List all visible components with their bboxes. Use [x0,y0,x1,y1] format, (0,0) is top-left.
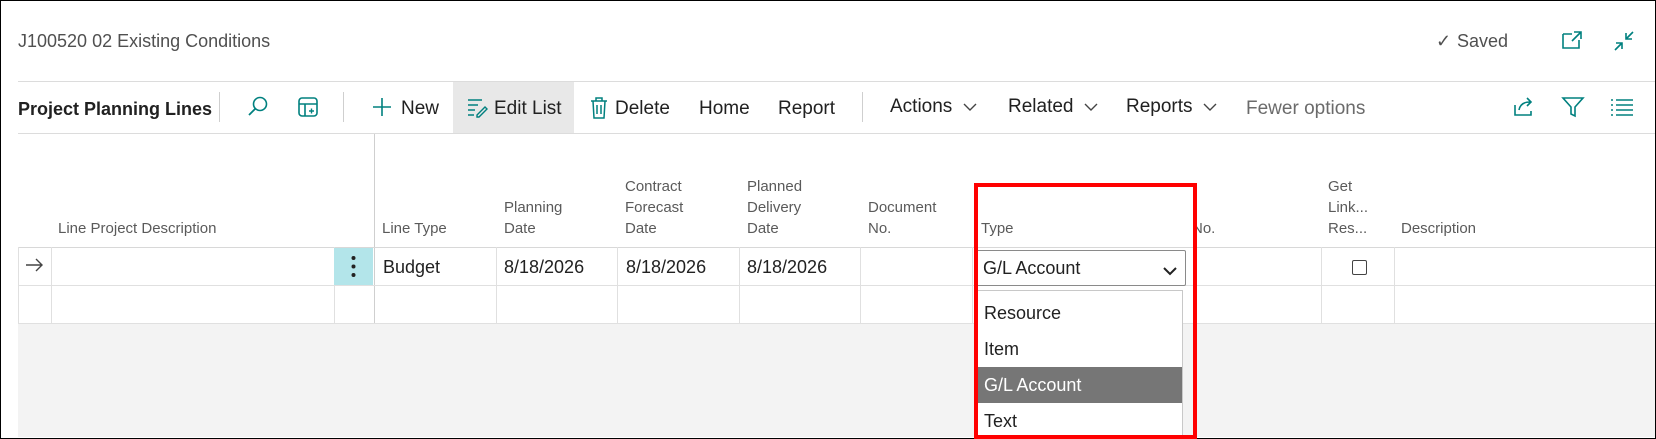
header-text: Date [504,220,536,237]
cell-border [617,247,618,324]
cell-border [972,247,973,324]
toolbar-separator [219,92,220,122]
header-line-project-description[interactable]: Line Project Description [58,218,216,239]
toolbar-divider [18,133,1655,134]
header-get-link-res[interactable]: Get Link... Res... [1328,176,1368,239]
page-title: J100520 02 Existing Conditions [18,31,271,51]
analysis-mode-icon[interactable] [296,95,320,124]
fewer-options-button[interactable]: Fewer options [1246,98,1365,120]
header-text: Planning [504,199,563,216]
cell-border [739,247,740,324]
header-bottom-line [18,247,1655,248]
cell-planning-date[interactable]: 8/18/2026 [504,257,584,278]
header-text: Date [625,220,657,237]
list-view-icon[interactable] [1610,97,1634,122]
header-description[interactable]: Description [1401,218,1476,239]
actions-menu[interactable]: Actions [890,96,977,118]
chevron-down-icon [963,99,977,117]
cell-line-type[interactable]: Budget [383,257,440,278]
toolbar-separator [343,92,344,122]
get-link-res-checkbox[interactable] [1352,260,1367,275]
collapse-icon[interactable] [1612,29,1636,58]
current-row-arrow-icon [24,257,44,278]
edit-list-icon [466,96,488,123]
header-contract-forecast-date[interactable]: Contract Forecast Date [625,176,683,239]
report-menu[interactable]: Report [778,98,835,120]
cell-border [496,247,497,324]
new-button-label: New [401,98,440,119]
saved-check-icon: ✓ [1436,31,1452,51]
header-line-type[interactable]: Line Type [382,218,447,239]
edit-list-button-label: Edit List [494,98,562,119]
cell-border [51,247,52,324]
header-text: Delivery [747,199,802,216]
toolbar-separator [862,92,863,122]
header-text: Date [747,220,779,237]
cell-border [860,247,861,324]
cell-border [18,247,19,324]
header-planned-delivery-date[interactable]: Planned Delivery Date [747,176,802,239]
highlight-box [974,183,1197,439]
delete-button-label: Delete [615,98,670,119]
title-divider [18,81,1655,82]
saved-status: Saved [1457,31,1509,51]
share-icon[interactable] [1512,95,1536,124]
related-menu-label: Related [1008,96,1074,117]
trash-icon [589,96,609,125]
header-planning-date[interactable]: Planning Date [504,197,562,239]
vertical-ellipsis-icon [351,256,356,277]
header-text: Document [868,199,937,216]
chevron-down-icon [1084,99,1098,117]
header-text: Forecast [625,199,684,216]
reports-menu-label: Reports [1126,96,1193,117]
chevron-down-icon [1203,99,1217,117]
empty-list-area [18,324,1655,437]
header-text: Res... [1328,220,1368,237]
cell-planned-delivery-date[interactable]: 8/18/2026 [747,257,827,278]
frozen-column-divider [374,134,375,324]
row-actions-button[interactable] [334,248,373,285]
plus-icon [371,96,393,123]
header-text: Link... [1328,199,1369,216]
reports-menu[interactable]: Reports [1126,96,1217,118]
cell-border [1321,247,1322,324]
related-menu[interactable]: Related [1008,96,1098,118]
row-divider [18,285,1655,286]
header-text: Planned [747,178,803,195]
home-menu[interactable]: Home [699,98,750,120]
header-text: Get [1328,178,1353,195]
cell-contract-forecast-date[interactable]: 8/18/2026 [626,257,706,278]
search-icon[interactable] [246,95,270,124]
list-title: Project Planning Lines [18,99,213,119]
open-new-window-icon[interactable] [1560,29,1584,56]
header-text: Contract [625,178,682,195]
header-text: No. [868,220,892,237]
filter-icon[interactable] [1561,95,1585,124]
cell-border [1394,247,1395,324]
header-document-no[interactable]: Document No. [868,197,936,239]
actions-menu-label: Actions [890,96,953,117]
